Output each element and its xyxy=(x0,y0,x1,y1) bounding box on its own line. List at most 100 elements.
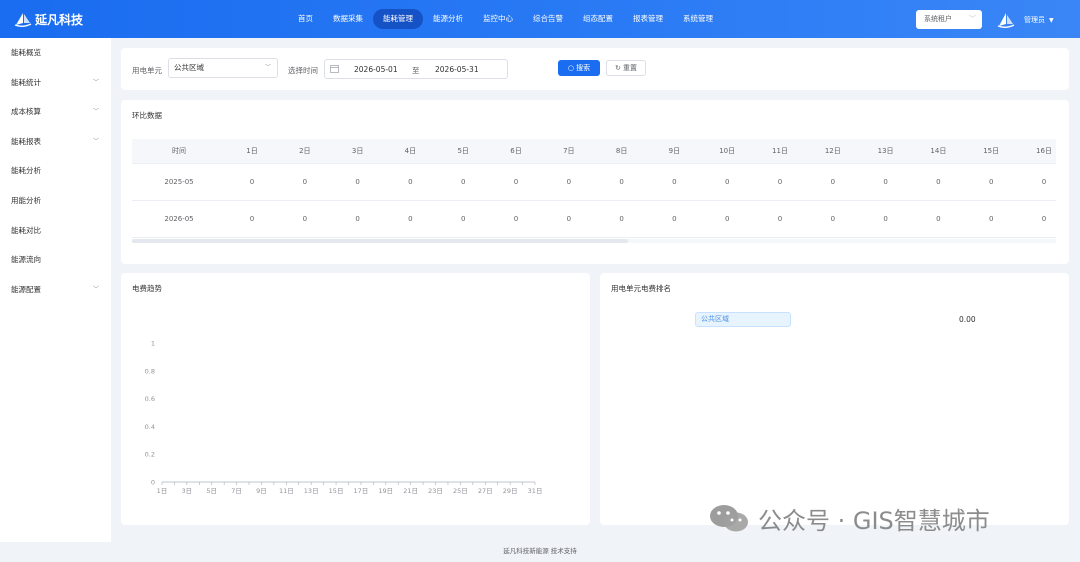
x-tick-label: 7日 xyxy=(231,487,242,495)
sidebar-item-label: 能耗统计 xyxy=(11,77,41,87)
nav-item[interactable]: 组态配置 xyxy=(573,9,623,29)
refresh-icon: ↻ xyxy=(614,64,621,72)
scrollbar-thumb[interactable] xyxy=(132,239,628,243)
table-cell: 0 xyxy=(302,215,308,223)
sidebar-item-label: 能耗概览 xyxy=(11,48,41,57)
sidebar-item[interactable]: 用能分析 xyxy=(0,186,111,216)
ranking-card: 用电单元电费排名 xyxy=(600,273,1069,525)
chevron-down-icon: ﹀ xyxy=(264,64,271,71)
x-tick-label: 29日 xyxy=(503,487,518,495)
sidebar-item[interactable]: 能耗统计 ﹀ xyxy=(0,68,111,98)
sidebar-item-label: 能耗报表 xyxy=(11,136,41,146)
user-menu[interactable]: 管理员 ▼ xyxy=(996,10,1054,30)
sidebar-item[interactable]: 能耗报表 ﹀ xyxy=(0,127,111,157)
sidebar-item-label: 能耗分析 xyxy=(11,166,41,176)
nav-item[interactable]: 系统管理 xyxy=(673,9,723,29)
table-cell: 0 xyxy=(1041,178,1047,186)
table-header-cell: 时间 xyxy=(172,147,186,155)
table-cell: 0 xyxy=(672,215,677,223)
table-cell: 0 xyxy=(513,215,519,223)
table-row: 2026-05 0 0 0 0 0 0 0 0 0 0 0 0 0 0 0 0 xyxy=(132,201,1056,238)
table-header-cell: 10日 xyxy=(719,147,736,155)
table-cell: 0 xyxy=(460,215,466,223)
main-nav: 首页 数据采集 能耗管理 能源分析 监控中心 综合告警 组态配置 报表管理 系统管理 xyxy=(288,9,723,29)
end-date[interactable]: 2026-05-31 xyxy=(435,65,479,74)
ranking-item-value: 0.00 xyxy=(959,315,976,324)
tenant-select[interactable]: 系统租户 ﹀ xyxy=(916,10,982,29)
table-cell: 0 xyxy=(408,178,413,186)
brand-logo[interactable]: 延凡科技 xyxy=(14,10,83,28)
table-cell: 0 xyxy=(355,215,360,223)
table-cell: 0 xyxy=(408,215,413,223)
table-header-cell: 4日 xyxy=(404,147,417,155)
chevron-down-icon: ﹀ xyxy=(93,137,100,145)
sidebar-item[interactable]: 能耗对比 xyxy=(0,216,111,246)
table-header-cell: 6日 xyxy=(510,147,522,155)
nav-item[interactable]: 能耗管理 xyxy=(373,9,423,29)
sidebar-item-label: 能耗对比 xyxy=(11,225,41,235)
sidebar-item[interactable]: 能耗分析 xyxy=(0,156,111,186)
y-tick-label: 0.6 xyxy=(145,395,155,403)
x-tick-label: 19日 xyxy=(378,487,393,495)
table-header-cell: 2日 xyxy=(299,147,311,155)
nav-item[interactable]: 数据采集 xyxy=(323,9,373,29)
table-cell: 0 xyxy=(724,215,730,223)
table-header-cell: 11日 xyxy=(772,147,788,155)
x-tick-label: 1日 xyxy=(157,487,168,495)
nav-item[interactable]: 能源分析 xyxy=(423,9,473,29)
compare-title: 环比数据 xyxy=(132,111,162,120)
date-range-picker[interactable]: 2026-05-01 至 2026-05-31 xyxy=(324,59,508,79)
table-cell: 0 xyxy=(830,178,836,186)
table-header-cell: 8日 xyxy=(615,147,628,155)
nav-item[interactable]: 综合告警 xyxy=(523,9,573,29)
table-scrollbar[interactable] xyxy=(132,239,1056,243)
table-cell: 0 xyxy=(302,178,308,186)
table-cell: 0 xyxy=(619,178,624,186)
table-cell: 0 xyxy=(355,178,360,186)
table-cell: 0 xyxy=(883,178,888,186)
table-cell: 0 xyxy=(988,215,994,223)
table-cell: 0 xyxy=(249,178,255,186)
x-tick-label: 11日 xyxy=(279,487,294,495)
table-cell: 0 xyxy=(936,178,941,186)
x-tick-label: 27日 xyxy=(478,487,493,495)
table-header-cell: 5日 xyxy=(457,147,469,155)
ranking-title: 用电单元电费排名 xyxy=(611,284,671,293)
sidebar-item[interactable]: 能耗概览 xyxy=(0,38,111,68)
sail-logo-icon xyxy=(14,13,32,27)
x-tick-label: 15日 xyxy=(329,487,344,495)
table-header-cell: 16日 xyxy=(1036,147,1052,155)
nav-item[interactable]: 报表管理 xyxy=(623,9,673,29)
search-button[interactable]: ○ 搜索 xyxy=(558,60,600,76)
y-tick-label: 1 xyxy=(151,340,155,348)
chevron-down-icon: ﹀ xyxy=(93,285,100,293)
reset-button-label: 重置 xyxy=(623,64,638,72)
sidebar-item-label: 能源配置 xyxy=(11,284,41,294)
y-tick-label: 0.4 xyxy=(145,423,155,431)
sidebar: 能耗概览 能耗统计 ﹀ 成本核算 ﹀ 能耗报表 ﹀ 能耗分析 用能分析 能耗对比 能源流向 能源配置 ﹀ xyxy=(0,38,111,542)
table-cell: 0 xyxy=(988,178,994,186)
wechat-icon xyxy=(710,505,748,532)
sidebar-item[interactable]: 能源流向 xyxy=(0,245,111,275)
table-cell: 0 xyxy=(724,178,730,186)
table-cell: 0 xyxy=(566,215,572,223)
unit-label: 用电单元 xyxy=(132,66,162,75)
compare-table: 时间 1日 2日 3日 4日 5日 6日 7日 8日 9日 10日 11日 12日 13日 14日 15日 16… xyxy=(132,139,1056,238)
unit-select[interactable]: 公共区域 ﹀ xyxy=(168,58,278,78)
x-tick-label: 23日 xyxy=(428,487,443,495)
sidebar-item-label: 成本核算 xyxy=(11,107,41,117)
chevron-down-icon: ﹀ xyxy=(93,78,100,86)
nav-item[interactable]: 首页 xyxy=(288,9,323,29)
table-cell: 0 xyxy=(460,178,466,186)
table-cell: 0 xyxy=(513,178,519,186)
nav-item[interactable]: 监控中心 xyxy=(473,9,523,29)
sidebar-item[interactable]: 成本核算 ﹀ xyxy=(0,97,111,127)
y-tick-label: 0 xyxy=(151,479,155,487)
x-tick-label: 13日 xyxy=(304,487,319,495)
x-tick-label: 17日 xyxy=(354,487,369,495)
top-header: 延凡科技 首页 数据采集 能耗管理 能源分析 监控中心 综合告警 组态配置 报表管理 系统管理 … xyxy=(0,0,1080,38)
sidebar-item[interactable]: 能源配置 ﹀ xyxy=(0,275,111,305)
reset-button[interactable]: ↻ 重置 xyxy=(606,60,646,76)
table-row: 2025-05 0 0 0 0 0 0 0 0 0 0 0 0 0 0 0 0 xyxy=(132,164,1056,201)
start-date[interactable]: 2026-05-01 xyxy=(354,65,398,74)
